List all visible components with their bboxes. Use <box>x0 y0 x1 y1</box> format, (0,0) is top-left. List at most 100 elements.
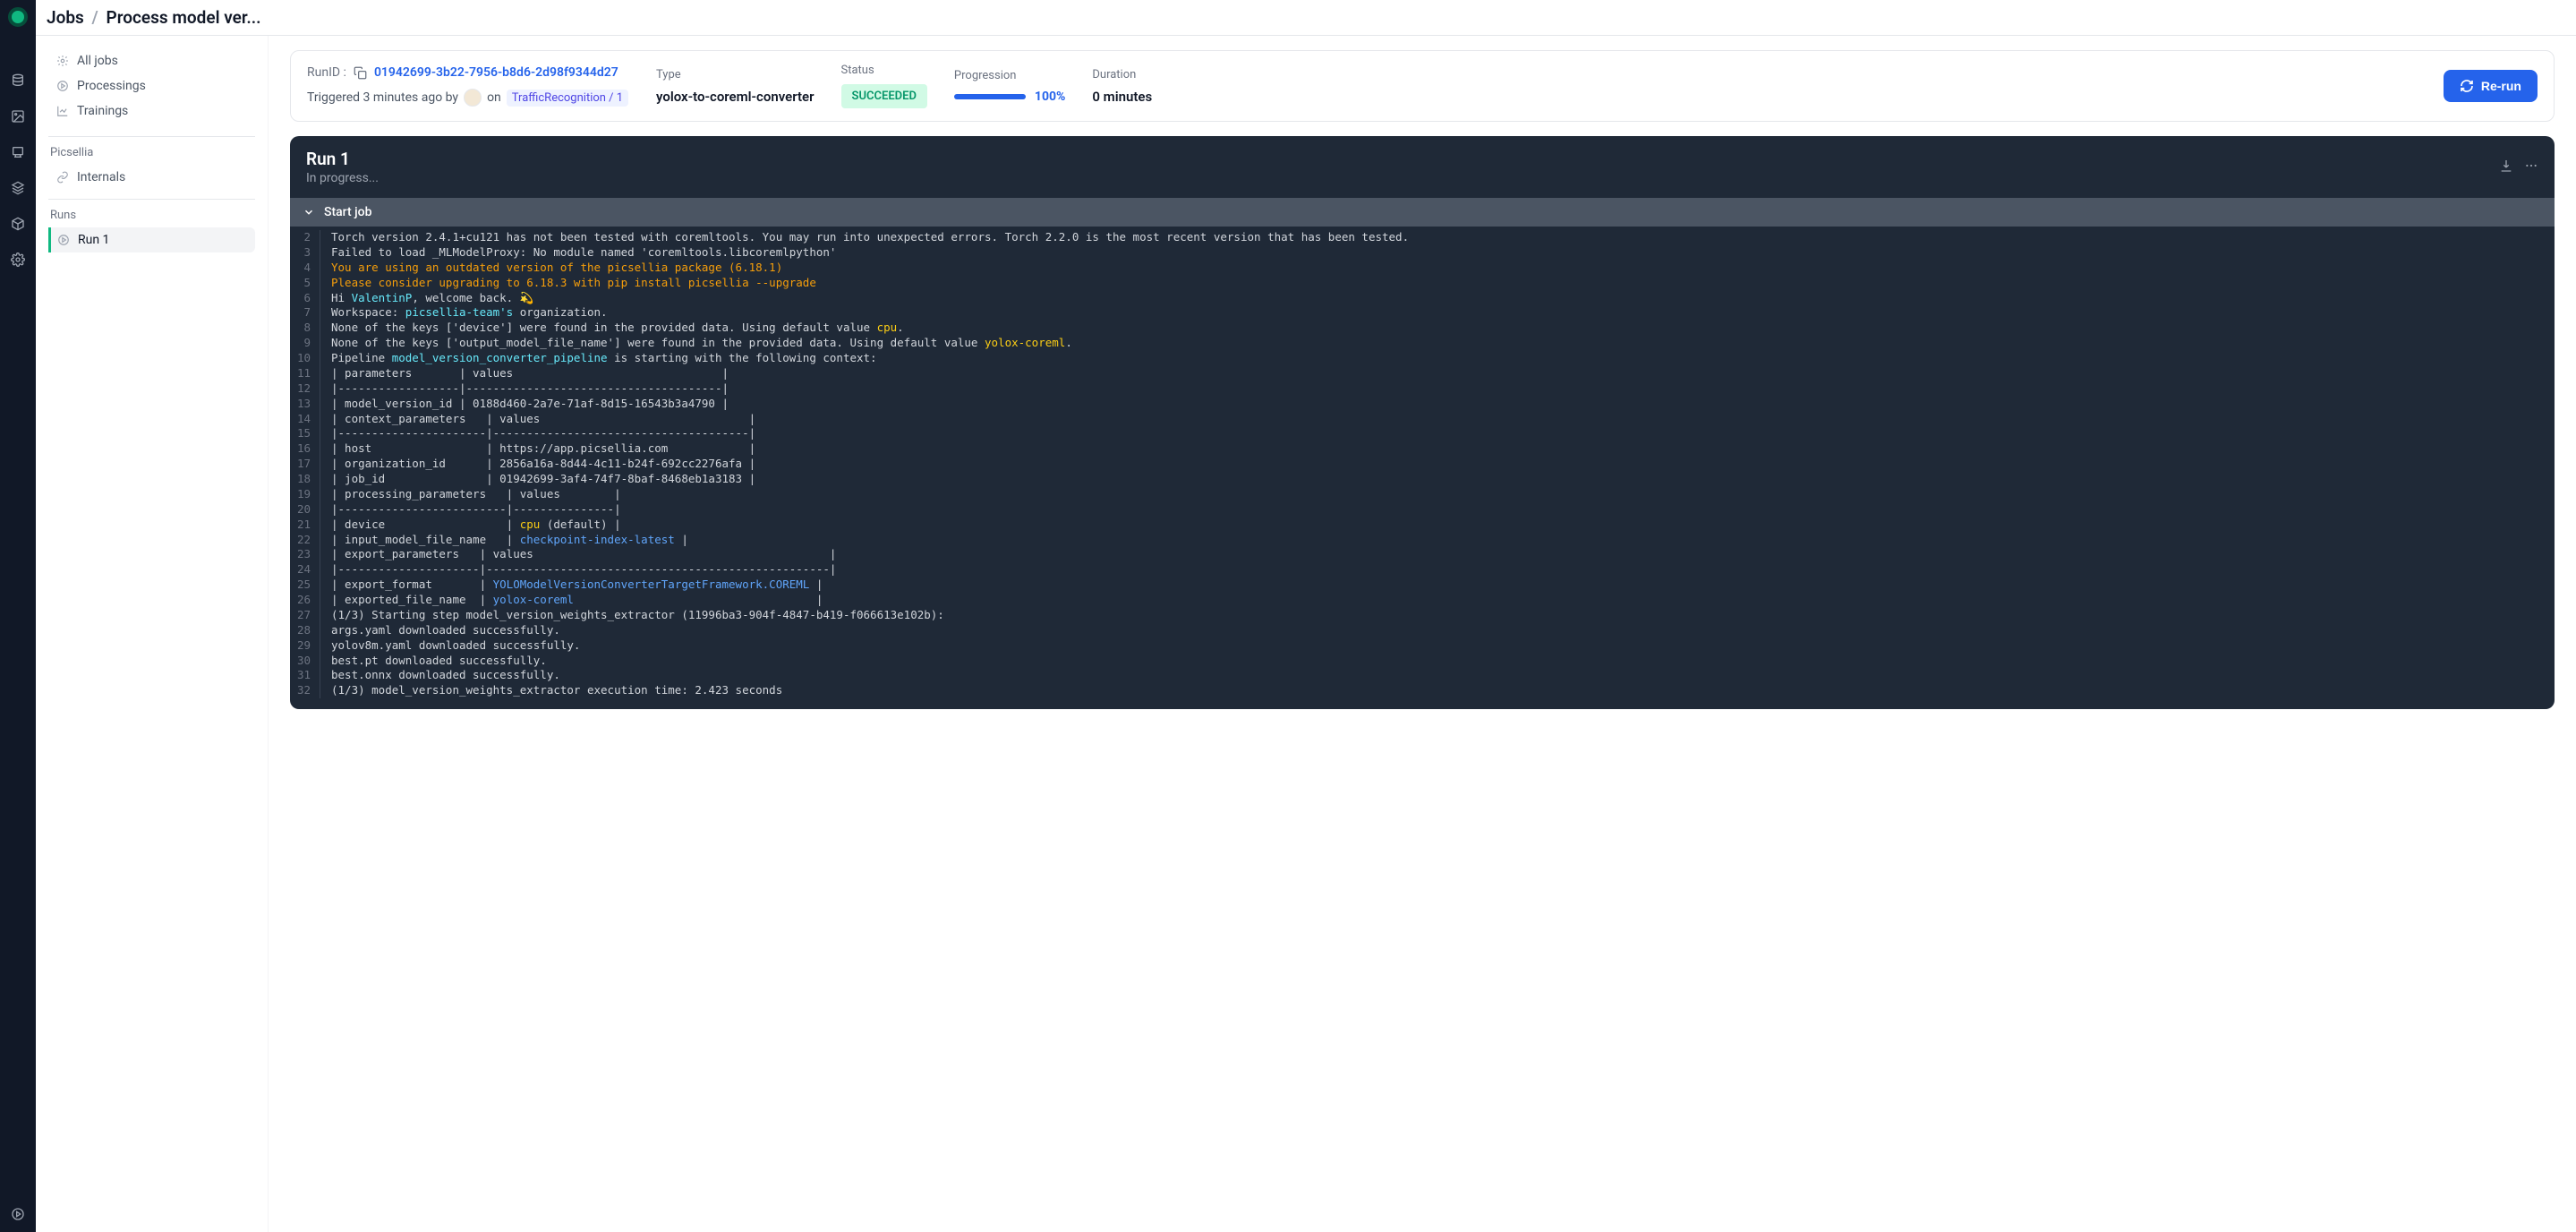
sidebar-item-all-jobs[interactable]: All jobs <box>48 48 255 73</box>
breadcrumb-current: Process model ver... <box>107 7 261 28</box>
log-line: 19| processing_parameters | values | <box>290 487 2555 502</box>
status-badge: SUCCEEDED <box>841 84 927 108</box>
topbar: Jobs / Process model ver... <box>36 0 2576 36</box>
box-icon[interactable] <box>7 213 29 235</box>
refresh-icon <box>2460 79 2474 93</box>
sliders-icon <box>55 54 70 68</box>
log-line: 5Please consider upgrading to 6.18.3 wit… <box>290 276 2555 291</box>
image-icon[interactable] <box>7 106 29 127</box>
status-label: Status <box>841 64 927 77</box>
layers-icon[interactable] <box>7 177 29 199</box>
divider <box>48 136 255 137</box>
sidebar-item-processings[interactable]: Processings <box>48 73 255 98</box>
avatar[interactable] <box>464 89 482 107</box>
sidebar-heading-runs: Runs <box>50 209 255 222</box>
sidebar: All jobs Processings Trainings Picsellia <box>36 36 269 1232</box>
sidebar-item-label: Trainings <box>77 104 128 118</box>
sidebar-item-label: Processings <box>77 79 146 93</box>
log-line: 26| exported_file_name | yolox-coreml | <box>290 593 2555 608</box>
copy-icon[interactable] <box>354 66 367 80</box>
sidebar-item-label: Internals <box>77 170 125 184</box>
log-line: 12|------------------|------------------… <box>290 381 2555 397</box>
triggered-text: Triggered 3 minutes ago by <box>307 90 458 105</box>
log-line: 14| context_parameters | values | <box>290 412 2555 427</box>
type-field: Type yolox-to-coreml-converter <box>656 68 815 105</box>
content: RunID : 01942699-3b22-7956-b8d6-2d98f934… <box>269 36 2576 1232</box>
play-circle-icon <box>56 233 71 247</box>
play-circle-icon[interactable] <box>7 1203 29 1225</box>
console-title: Run 1 <box>306 149 379 169</box>
sidebar-item-label: Run 1 <box>78 233 109 247</box>
model-chip[interactable]: TrafficRecognition / 1 <box>507 90 628 107</box>
log-line: 31best.onnx downloaded successfully. <box>290 668 2555 683</box>
log-line: 24|---------------------|---------------… <box>290 562 2555 578</box>
log-line: 30best.pt downloaded successfully. <box>290 654 2555 669</box>
duration-value: 0 minutes <box>1092 89 1152 105</box>
log-line: 7Workspace: picsellia-team's organizatio… <box>290 305 2555 321</box>
log-line: 9None of the keys ['output_model_file_na… <box>290 336 2555 351</box>
log-line: 23| export_parameters | values | <box>290 547 2555 562</box>
rerun-label: Re-run <box>2481 79 2521 93</box>
log-line: 32(1/3) model_version_weights_extractor … <box>290 683 2555 698</box>
log-line: 25| export_format | YOLOModelVersionConv… <box>290 578 2555 593</box>
log-line: 16| host | https://app.picsellia.com | <box>290 441 2555 457</box>
divider <box>48 199 255 200</box>
log-line: 11| parameters | values | <box>290 366 2555 381</box>
log-line: 15|----------------------|--------------… <box>290 426 2555 441</box>
run-info-card: RunID : 01942699-3b22-7956-b8d6-2d98f934… <box>290 50 2555 122</box>
console: Run 1 In progress... Start job 2Torch ve… <box>290 136 2555 709</box>
progress-field: Progression 100% <box>954 69 1065 104</box>
log-line: 22| input_model_file_name | checkpoint-i… <box>290 533 2555 548</box>
sidebar-item-trainings[interactable]: Trainings <box>48 98 255 124</box>
console-section-toggle[interactable]: Start job <box>290 198 2555 227</box>
log-line: 28args.yaml downloaded successfully. <box>290 623 2555 638</box>
log-line: 8None of the keys ['device'] were found … <box>290 321 2555 336</box>
log-line: 29yolov8m.yaml downloaded successfully. <box>290 638 2555 654</box>
trigger-info: Triggered 3 minutes ago by on TrafficRec… <box>307 89 629 107</box>
logo-icon[interactable] <box>8 7 28 27</box>
on-text: on <box>487 90 501 105</box>
runid-label: RunID : <box>307 65 346 80</box>
breadcrumb-sep: / <box>92 7 98 28</box>
more-icon[interactable] <box>2524 158 2538 176</box>
runid-value[interactable]: 01942699-3b22-7956-b8d6-2d98f9344d27 <box>374 65 618 80</box>
log-line: 18| job_id | 01942699-3af4-74f7-8baf-846… <box>290 472 2555 487</box>
icon-rail <box>0 0 36 1232</box>
type-label: Type <box>656 68 815 81</box>
play-circle-icon <box>55 79 70 93</box>
type-value: yolox-to-coreml-converter <box>656 89 815 105</box>
duration-field: Duration 0 minutes <box>1092 68 1152 105</box>
log-line: 20|-------------------------|-----------… <box>290 502 2555 518</box>
settings-icon[interactable] <box>7 249 29 270</box>
sidebar-item-run1[interactable]: Run 1 <box>48 227 255 252</box>
breadcrumb: Jobs / Process model ver... <box>47 7 261 28</box>
database-icon[interactable] <box>7 70 29 91</box>
console-subtitle: In progress... <box>306 171 379 185</box>
board-icon[interactable] <box>7 141 29 163</box>
console-header: Run 1 In progress... <box>290 136 2555 198</box>
chevron-down-icon <box>303 206 315 218</box>
log-line: 6Hi ValentinP, welcome back. 💫 <box>290 291 2555 306</box>
log-line: 17| organization_id | 2856a16a-8d44-4c11… <box>290 457 2555 472</box>
chart-icon <box>55 104 70 118</box>
status-field: Status SUCCEEDED <box>841 64 927 108</box>
sidebar-item-label: All jobs <box>77 54 118 68</box>
log-line: 2Torch version 2.4.1+cu121 has not been … <box>290 230 2555 245</box>
download-icon[interactable] <box>2499 158 2513 176</box>
breadcrumb-root[interactable]: Jobs <box>47 7 84 28</box>
log-line: 3Failed to load _MLModelProxy: No module… <box>290 245 2555 261</box>
progress-bar <box>954 94 1026 99</box>
log-line: 10Pipeline model_version_converter_pipel… <box>290 351 2555 366</box>
log-area: 2Torch version 2.4.1+cu121 has not been … <box>290 227 2555 709</box>
sidebar-item-internals[interactable]: Internals <box>48 165 255 190</box>
link-icon <box>55 170 70 184</box>
log-line: 27(1/3) Starting step model_version_weig… <box>290 608 2555 623</box>
log-line: 21| device | cpu (default) | <box>290 518 2555 533</box>
log-line: 4You are using an outdated version of th… <box>290 261 2555 276</box>
progress-pct: 100% <box>1035 90 1065 104</box>
section-title: Start job <box>324 205 371 219</box>
rerun-button[interactable]: Re-run <box>2444 70 2538 102</box>
duration-label: Duration <box>1092 68 1152 81</box>
sidebar-heading-picsellia: Picsellia <box>50 146 255 159</box>
log-line: 13| model_version_id | 0188d460-2a7e-71a… <box>290 397 2555 412</box>
